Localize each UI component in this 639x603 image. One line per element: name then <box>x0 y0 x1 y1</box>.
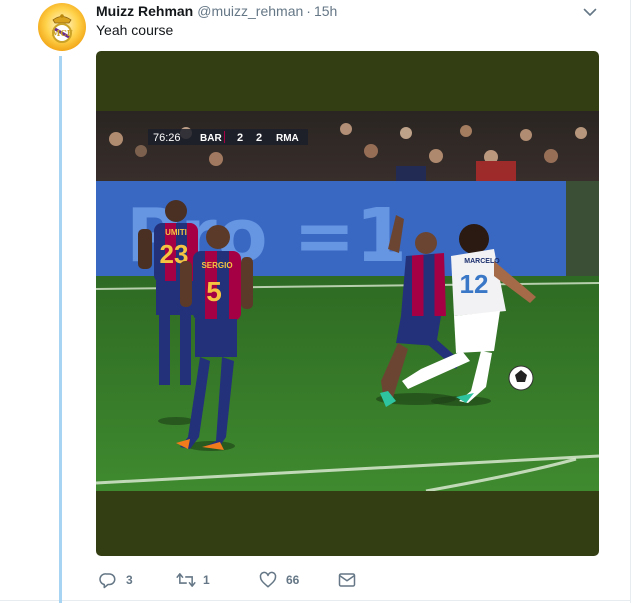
like-button[interactable]: 66 <box>259 570 299 590</box>
reply-count: 3 <box>126 573 133 587</box>
author-name[interactable]: Muizz Rehman <box>96 3 193 19</box>
conversation-thread-line <box>59 56 62 603</box>
direct-message-button[interactable] <box>338 570 356 590</box>
football <box>508 365 534 391</box>
tweet-header: Muizz Rehman @muizz_rehman · 15h <box>96 3 337 21</box>
retweet-icon <box>176 573 196 587</box>
reply-button[interactable]: 3 <box>99 570 133 590</box>
scoreboard: 76:26 BAR 2 2 RMA <box>148 129 308 145</box>
retweet-count: 1 <box>203 573 210 587</box>
svg-text:MCF: MCF <box>52 28 73 38</box>
tweet-timestamp[interactable]: 15h <box>314 3 337 19</box>
heart-icon <box>259 571 277 588</box>
like-count: 66 <box>286 573 300 587</box>
player-number: 5 <box>206 276 222 307</box>
home-team: BAR <box>200 133 222 144</box>
match-clock: 76:26 <box>153 132 181 144</box>
chevron-down-icon[interactable] <box>582 4 598 20</box>
player-number: 12 <box>460 269 489 299</box>
avatar[interactable]: MCF <box>38 3 86 51</box>
tweet-text: Yeah course <box>96 22 174 38</box>
player-name: SERGIO <box>201 261 232 270</box>
player-name: MARCELO <box>464 258 500 265</box>
reply-icon <box>99 573 116 589</box>
away-team: RMA <box>276 133 299 144</box>
away-score: 2 <box>256 132 262 144</box>
real-madrid-crest-icon: MCF <box>52 14 73 43</box>
home-score: 2 <box>237 132 243 144</box>
player-name: UMITI <box>165 228 187 237</box>
timeline-border-right <box>630 0 631 603</box>
retweet-button[interactable]: 1 <box>176 570 210 590</box>
crowd <box>96 111 599 191</box>
envelope-icon <box>338 573 356 587</box>
video-player[interactable]: 76:26 BAR 2 2 RMA Pro =1 UMITI 23 SERGIO… <box>96 51 599 556</box>
author-handle[interactable]: @muizz_rehman <box>197 3 303 19</box>
video-frame: 76:26 BAR 2 2 RMA Pro =1 UMITI 23 SERGIO… <box>96 111 599 491</box>
tweet-divider <box>0 600 631 601</box>
header-separator: · <box>306 3 311 19</box>
